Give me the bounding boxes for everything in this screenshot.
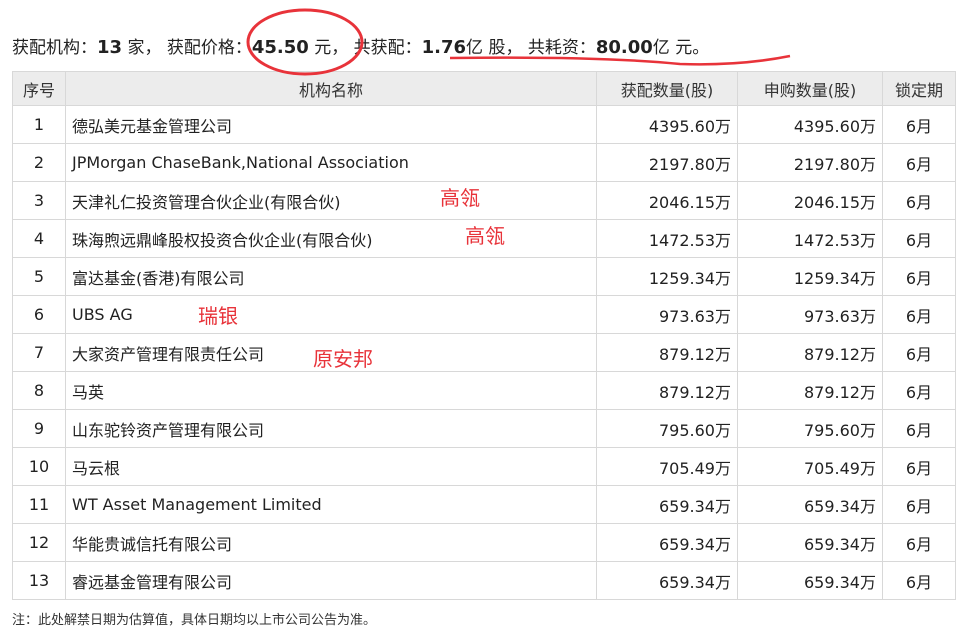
underline-mark	[449, 54, 791, 66]
markup-overlay	[246, 8, 791, 76]
circle-mark	[246, 8, 364, 76]
